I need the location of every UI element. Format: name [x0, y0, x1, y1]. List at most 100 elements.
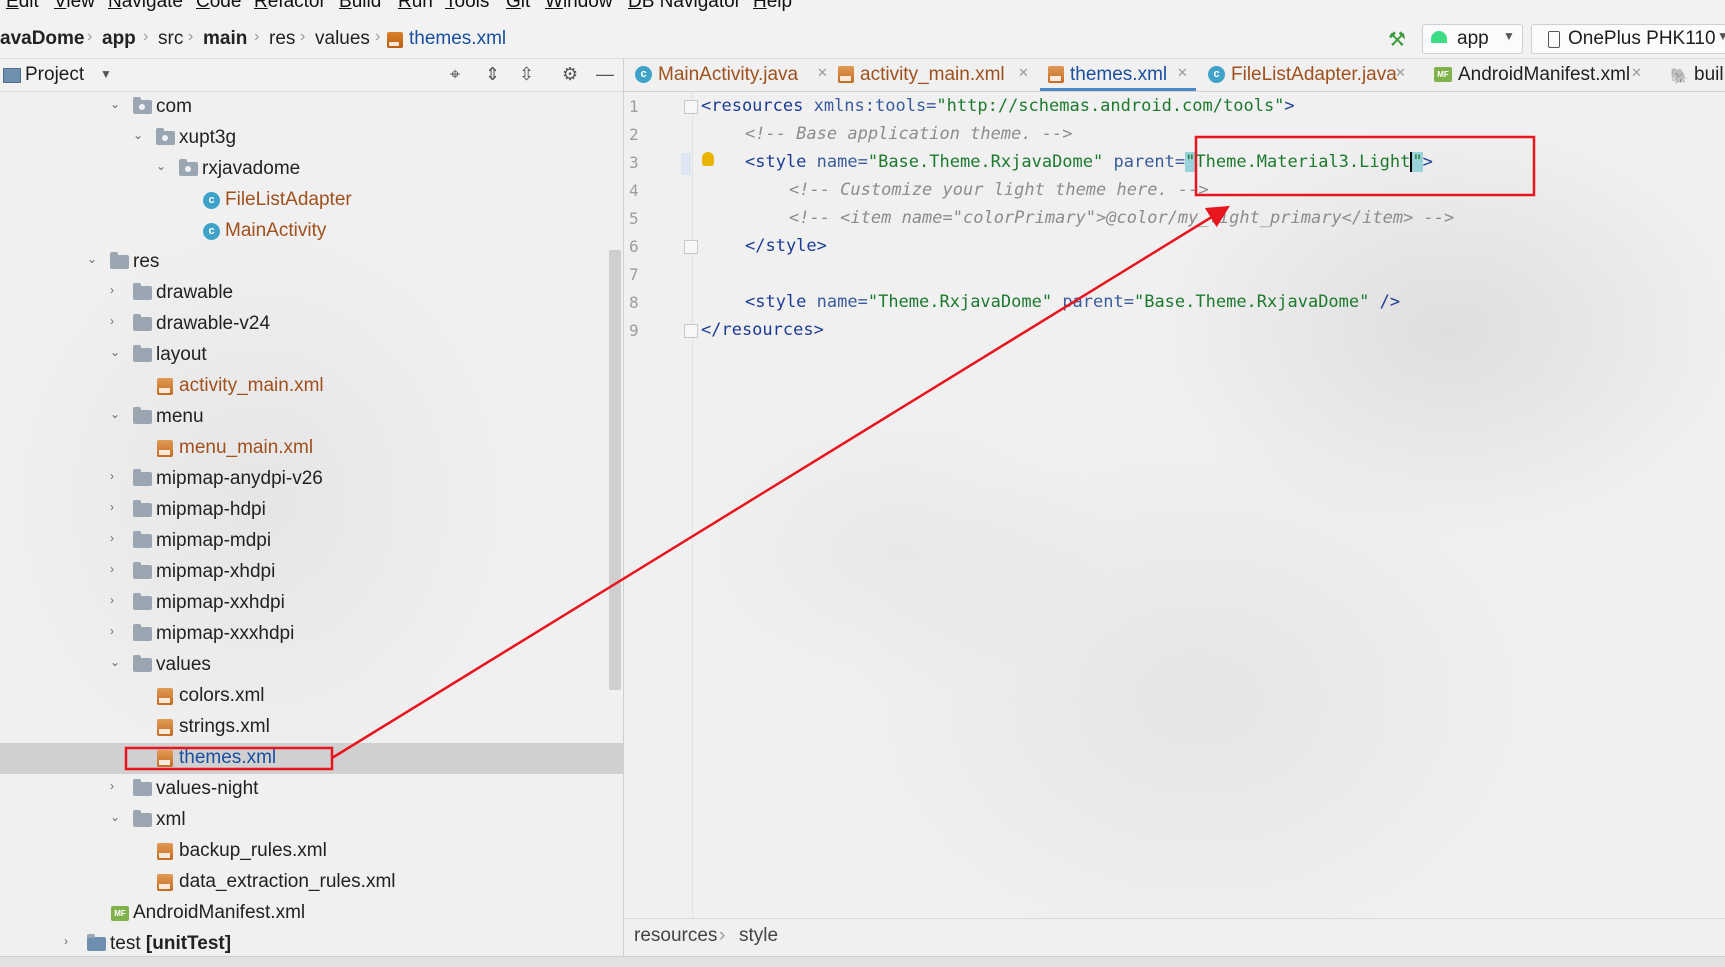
- menu-db-navigator[interactable]: DB Navigator: [628, 0, 741, 11]
- chevron-right-icon[interactable]: ›: [110, 469, 114, 483]
- run-config-select[interactable]: app ▼: [1422, 24, 1523, 54]
- tree-item-androidmanifest-xml[interactable]: MF AndroidManifest.xml: [0, 898, 623, 929]
- tree-item-mainactivity[interactable]: c MainActivity: [0, 216, 623, 247]
- menu-window[interactable]: Window: [545, 0, 613, 11]
- menu-build[interactable]: Build: [339, 0, 381, 11]
- tree-item-layout[interactable]: ⌄ layout: [0, 340, 623, 371]
- chevron-down-icon[interactable]: ⌄: [110, 810, 120, 824]
- menu-help[interactable]: Help: [753, 0, 792, 11]
- lightbulb-icon[interactable]: [702, 152, 714, 166]
- tree-item-data-extraction-rules-xml[interactable]: data_extraction_rules.xml: [0, 867, 623, 898]
- fold-icon[interactable]: [684, 100, 698, 114]
- tree-item-mipmap-anydpi-v26[interactable]: › mipmap-anydpi-v26: [0, 464, 623, 495]
- minimize-icon[interactable]: —: [596, 64, 614, 85]
- tree-item-menu[interactable]: ⌄ menu: [0, 402, 623, 433]
- close-icon[interactable]: ✕: [1631, 65, 1642, 81]
- tree-item-mipmap-xxxhdpi[interactable]: › mipmap-xxxhdpi: [0, 619, 623, 650]
- tree-item-mipmap-mdpi[interactable]: › mipmap-mdpi: [0, 526, 623, 557]
- code-token: <!-- Base application theme. -->: [745, 124, 1073, 144]
- tab-mainactivity-java[interactable]: c MainActivity.java ✕: [634, 59, 834, 91]
- tree-item-menu-main-xml[interactable]: menu_main.xml: [0, 433, 623, 464]
- tab-filelistadapter-java[interactable]: c FileListAdapter.java ✕: [1208, 59, 1418, 91]
- hammer-icon[interactable]: ⚒: [1388, 27, 1406, 51]
- tree-item-rxjavadome[interactable]: ⌄ rxjavadome: [0, 154, 623, 185]
- chevron-right-icon[interactable]: ›: [110, 314, 114, 328]
- tree-item-test-unittest[interactable]: › test [unitTest]: [0, 929, 623, 958]
- code-token: "Base.Theme.RxjavaDome": [1133, 292, 1370, 312]
- device-select[interactable]: OnePlus PHK110 ▼: [1531, 24, 1725, 54]
- menu-refactor[interactable]: Refactor: [254, 0, 326, 11]
- chevron-right-icon[interactable]: ›: [110, 624, 114, 638]
- tree-item-mipmap-xhdpi[interactable]: › mipmap-xhdpi: [0, 557, 623, 588]
- fold-icon[interactable]: [684, 240, 698, 254]
- status-crumb-style[interactable]: style: [739, 925, 778, 947]
- tree-item-themes-xml[interactable]: themes.xml: [0, 743, 623, 774]
- chevron-right-icon[interactable]: ›: [110, 779, 114, 793]
- tree-item-filelistadapter[interactable]: c FileListAdapter: [0, 185, 623, 216]
- menu-run[interactable]: Run: [398, 0, 433, 11]
- chevron-down-icon[interactable]: ⌄: [110, 345, 120, 359]
- tab-themes-xml[interactable]: themes.xml ✕: [1040, 59, 1196, 91]
- chevron-down-icon[interactable]: ⌄: [110, 97, 120, 111]
- breadcrumb-project[interactable]: avaDome: [0, 28, 85, 50]
- close-icon[interactable]: ✕: [1177, 65, 1188, 81]
- tree-item-mipmap-xxhdpi[interactable]: › mipmap-xxhdpi: [0, 588, 623, 619]
- tab-androidmanifest-xml[interactable]: MF AndroidManifest.xml ✕: [1434, 59, 1654, 91]
- breadcrumb-src[interactable]: src: [158, 28, 183, 50]
- breadcrumb-module[interactable]: app: [102, 28, 136, 50]
- breadcrumb-file[interactable]: themes.xml: [409, 28, 506, 50]
- menu-navigate[interactable]: Navigate: [108, 0, 183, 11]
- chevron-right-icon[interactable]: ›: [110, 283, 114, 297]
- tree-item-values-night[interactable]: › values-night: [0, 774, 623, 805]
- tree-item-backup-rules-xml[interactable]: backup_rules.xml: [0, 836, 623, 867]
- fold-icon[interactable]: [684, 324, 698, 338]
- tab-build-gradle[interactable]: 🐘 buil: [1670, 59, 1725, 91]
- chevron-down-icon[interactable]: ⌄: [87, 252, 97, 266]
- tree-item-mipmap-hdpi[interactable]: › mipmap-hdpi: [0, 495, 623, 526]
- tree-item-drawable-v24[interactable]: › drawable-v24: [0, 309, 623, 340]
- close-icon[interactable]: ✕: [1395, 65, 1406, 81]
- chevron-down-icon[interactable]: ▼: [100, 67, 112, 81]
- chevron-right-icon[interactable]: ›: [110, 593, 114, 607]
- tree-item-label: FileListAdapter: [225, 189, 352, 210]
- gear-icon[interactable]: ⚙: [562, 64, 578, 85]
- menu-view[interactable]: View: [54, 0, 95, 11]
- breadcrumb-res[interactable]: res: [269, 28, 295, 50]
- project-panel-header: Project ▼ ⌖ ⇕ ⇳ ⚙ —: [0, 59, 623, 92]
- tree-item-drawable[interactable]: › drawable: [0, 278, 623, 309]
- chevron-right-icon[interactable]: ›: [110, 562, 114, 576]
- menu-edit[interactable]: Edit: [6, 0, 39, 11]
- code-editor[interactable]: 1 2 3 4 5 6 7 8 9 <resources xmlns:tools…: [624, 92, 1725, 918]
- expand-all-icon[interactable]: ⇕: [485, 64, 500, 85]
- chevron-down-icon[interactable]: ⌄: [110, 407, 120, 421]
- breadcrumb-main[interactable]: main: [203, 28, 247, 50]
- project-panel-title[interactable]: Project: [25, 64, 84, 86]
- tree-item-activity-main-xml[interactable]: activity_main.xml: [0, 371, 623, 402]
- menu-git[interactable]: Git: [506, 0, 530, 11]
- tree-item-res[interactable]: ⌄ res: [0, 247, 623, 278]
- tree-item-colors-xml[interactable]: colors.xml: [0, 681, 623, 712]
- collapse-all-icon[interactable]: ⇳: [519, 64, 534, 85]
- status-crumb-resources[interactable]: resources: [634, 925, 717, 947]
- tree-item-values[interactable]: ⌄ values: [0, 650, 623, 681]
- breadcrumb-values[interactable]: values: [315, 28, 370, 50]
- tree-item-strings-xml[interactable]: strings.xml: [0, 712, 623, 743]
- project-tree-scrollbar[interactable]: [609, 250, 621, 690]
- chevron-down-icon[interactable]: ⌄: [110, 655, 120, 669]
- crosshair-icon[interactable]: ⌖: [450, 64, 460, 85]
- tree-item-xupt3g[interactable]: ⌄ xupt3g: [0, 123, 623, 154]
- menu-code[interactable]: Code: [196, 0, 241, 11]
- chevron-right-icon[interactable]: ›: [110, 531, 114, 545]
- folder-icon: [133, 407, 152, 424]
- tree-item-label: AndroidManifest.xml: [133, 902, 306, 923]
- close-icon[interactable]: ✕: [817, 65, 828, 81]
- tree-item-xml[interactable]: ⌄ xml: [0, 805, 623, 836]
- menu-tools[interactable]: Tools: [445, 0, 489, 11]
- chevron-right-icon[interactable]: ›: [110, 500, 114, 514]
- chevron-right-icon[interactable]: ›: [64, 934, 68, 948]
- chevron-down-icon[interactable]: ⌄: [156, 159, 166, 173]
- chevron-down-icon[interactable]: ⌄: [133, 128, 143, 142]
- close-icon[interactable]: ✕: [1018, 65, 1029, 81]
- tree-item-com[interactable]: ⌄ com: [0, 92, 623, 123]
- tab-activity-main-xml[interactable]: activity_main.xml ✕: [838, 59, 1038, 91]
